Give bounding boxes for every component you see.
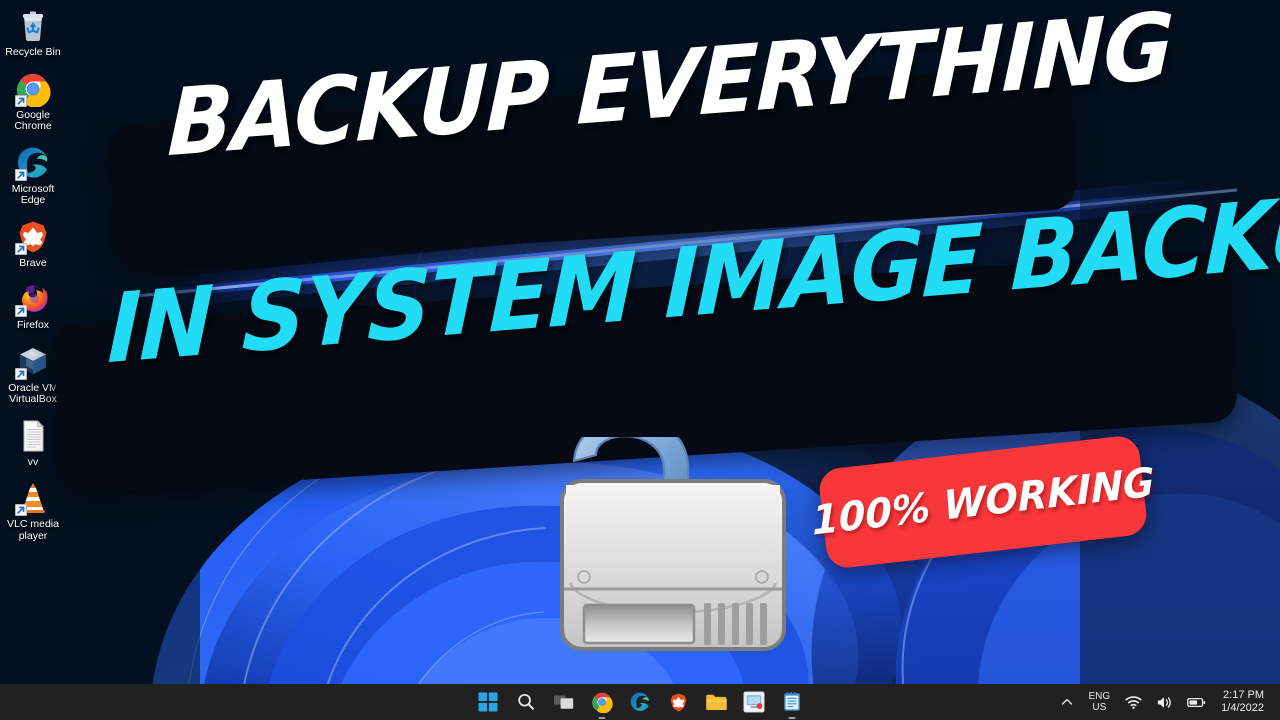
clock[interactable]: 2:17 PM 1/4/2022: [1213, 684, 1274, 720]
language-line-1: ENG: [1088, 691, 1111, 702]
chrome-taskbar-button[interactable]: [589, 689, 615, 719]
desktop-icon-google-chrome[interactable]: Google Chrome: [1, 67, 65, 135]
language-line-2: US: [1092, 702, 1107, 713]
control-panel-icon: [743, 691, 765, 713]
brave-taskbar-button[interactable]: [665, 689, 691, 715]
desktop-icon-label: vv: [27, 455, 39, 468]
file-explorer-taskbar-button[interactable]: [703, 689, 729, 715]
shortcut-overlay-icon: [15, 94, 27, 107]
virtualbox-icon: [15, 344, 51, 380]
brave-icon: [670, 692, 686, 712]
firefox-icon: [15, 281, 51, 317]
search-button[interactable]: [513, 689, 539, 715]
search-icon: [518, 693, 534, 710]
running-indicator: [598, 716, 606, 719]
shortcut-overlay-icon: [15, 305, 27, 317]
shortcut-overlay-icon: [15, 168, 27, 181]
system-tray: ENG US 2:17 PM 1/4/2022: [1053, 684, 1275, 720]
desktop-screen: Recycle Bin Google Chrome Microsoft Edge…: [0, 0, 1280, 720]
notepad-taskbar-button[interactable]: [779, 689, 805, 719]
desktop-icon-label: VLC media player: [7, 518, 59, 542]
task-view-button[interactable]: [551, 689, 577, 715]
tray-overflow-button[interactable]: [1053, 684, 1081, 720]
start-button[interactable]: [475, 689, 501, 715]
task-view-icon: [554, 695, 574, 709]
volume-button[interactable]: [1149, 684, 1180, 720]
desktop-icon-firefox[interactable]: Firefox: [1, 277, 65, 334]
notepad-icon: [784, 692, 800, 711]
speaker-icon: [1158, 696, 1171, 708]
google-chrome-icon: [15, 71, 51, 107]
clock-date: 1/4/2022: [1221, 702, 1264, 714]
shortcut-overlay-icon: [15, 504, 27, 516]
vlc-media-player-icon: [15, 480, 51, 516]
battery-button[interactable]: [1180, 684, 1213, 720]
recycle-bin-icon: [15, 8, 51, 44]
chevron-up-icon: [1061, 698, 1072, 705]
desktop-icon-vv-document[interactable]: vv: [1, 414, 65, 471]
clock-time: 2:17 PM: [1223, 689, 1264, 701]
microsoft-edge-icon: [15, 145, 51, 181]
running-indicator: [788, 716, 796, 719]
desktop-icon-label: Microsoft Edge: [11, 182, 55, 206]
desktop-icon-recycle-bin[interactable]: Recycle Bin: [1, 4, 65, 61]
desktop-icon-grid: Recycle Bin Google Chrome Microsoft Edge…: [0, 4, 66, 550]
network-button[interactable]: [1118, 684, 1149, 720]
shortcut-overlay-icon: [15, 367, 27, 380]
wifi-icon: [1125, 695, 1142, 709]
desktop-icon-label: Brave: [19, 256, 47, 269]
edge-taskbar-button[interactable]: [627, 689, 653, 715]
microsoft-edge-icon: [630, 692, 649, 711]
language-indicator[interactable]: ENG US: [1081, 684, 1119, 720]
taskbar: ENG US 2:17 PM 1/4/2022: [0, 684, 1280, 720]
desktop-icon-label: Google Chrome: [14, 108, 52, 132]
shortcut-overlay-icon: [15, 242, 27, 255]
backup-drive-icon: [548, 437, 798, 682]
brave-icon: [15, 219, 51, 255]
battery-icon: [1187, 697, 1206, 707]
windows-start-icon: [478, 692, 498, 712]
file-explorer-icon: [705, 694, 727, 710]
control-panel-taskbar-button[interactable]: [741, 689, 767, 715]
desktop-icon-brave[interactable]: Brave: [1, 215, 65, 272]
desktop-icon-label: Recycle Bin: [5, 46, 61, 58]
desktop-icon-microsoft-edge[interactable]: Microsoft Edge: [1, 141, 65, 209]
google-chrome-icon: [592, 692, 613, 713]
text-document-icon: [15, 418, 51, 454]
desktop-icon-label: Firefox: [16, 319, 50, 331]
status-badge-label: 100% WORKING: [811, 459, 1155, 545]
desktop-icon-vlc-media-player[interactable]: VLC media player: [1, 476, 65, 544]
